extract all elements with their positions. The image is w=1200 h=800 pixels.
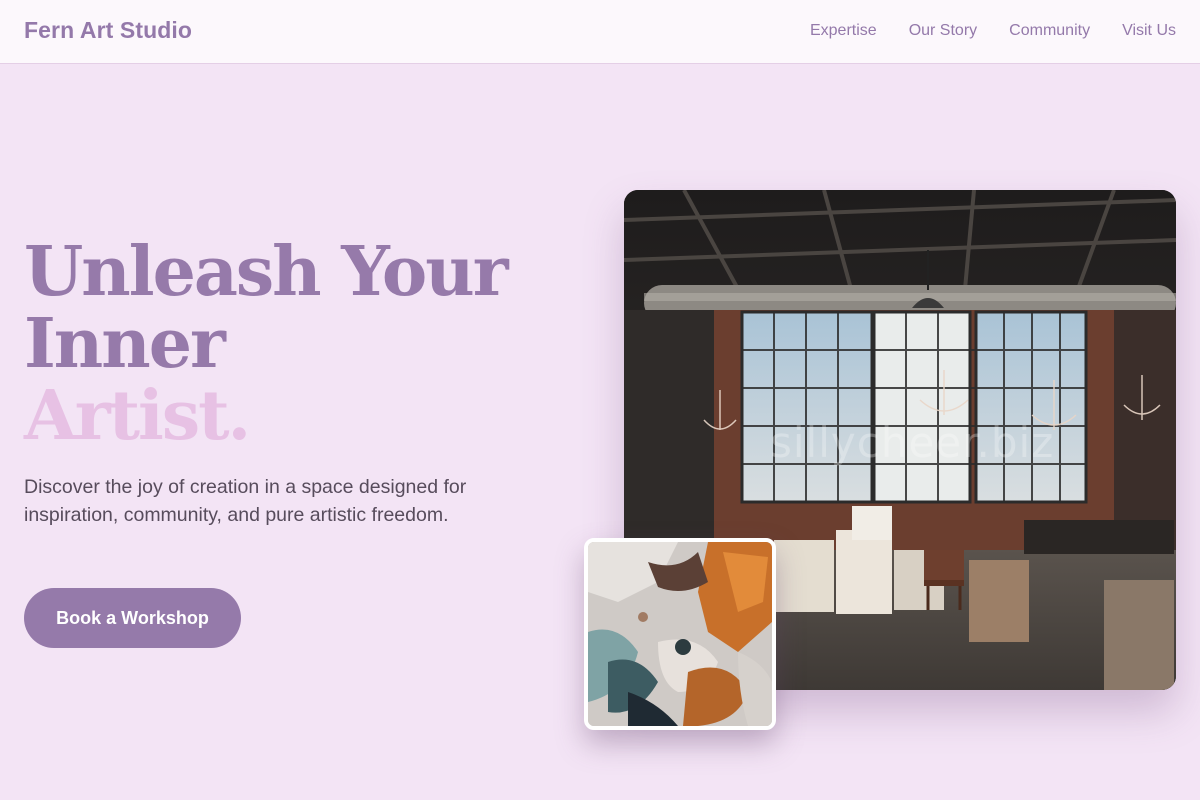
- hero-title-line-3: Artist.: [24, 376, 251, 456]
- hero-title-line-1: Unleash Your: [24, 232, 509, 312]
- paint-texture-illustration: [588, 542, 772, 726]
- site-header: Fern Art Studio Expertise Our Story Comm…: [0, 0, 1200, 64]
- hero-title-line-2: Inner: [24, 304, 226, 384]
- nav-link-visit-us[interactable]: Visit Us: [1122, 22, 1176, 40]
- brand-logo-text[interactable]: Fern Art Studio: [24, 17, 192, 44]
- watermark-text: sillycheer.biz: [770, 418, 1055, 467]
- hero-title: Unleash Your Inner Artist.: [24, 232, 509, 456]
- nav-link-expertise[interactable]: Expertise: [810, 22, 877, 40]
- main-nav: Expertise Our Story Community Visit Us: [810, 22, 1176, 40]
- nav-link-community[interactable]: Community: [1009, 22, 1090, 40]
- paint-texture-photo: [584, 538, 776, 730]
- book-workshop-button[interactable]: Book a Workshop: [24, 588, 241, 648]
- nav-link-our-story[interactable]: Our Story: [909, 22, 977, 40]
- hero-description: Discover the joy of creation in a space …: [24, 476, 467, 526]
